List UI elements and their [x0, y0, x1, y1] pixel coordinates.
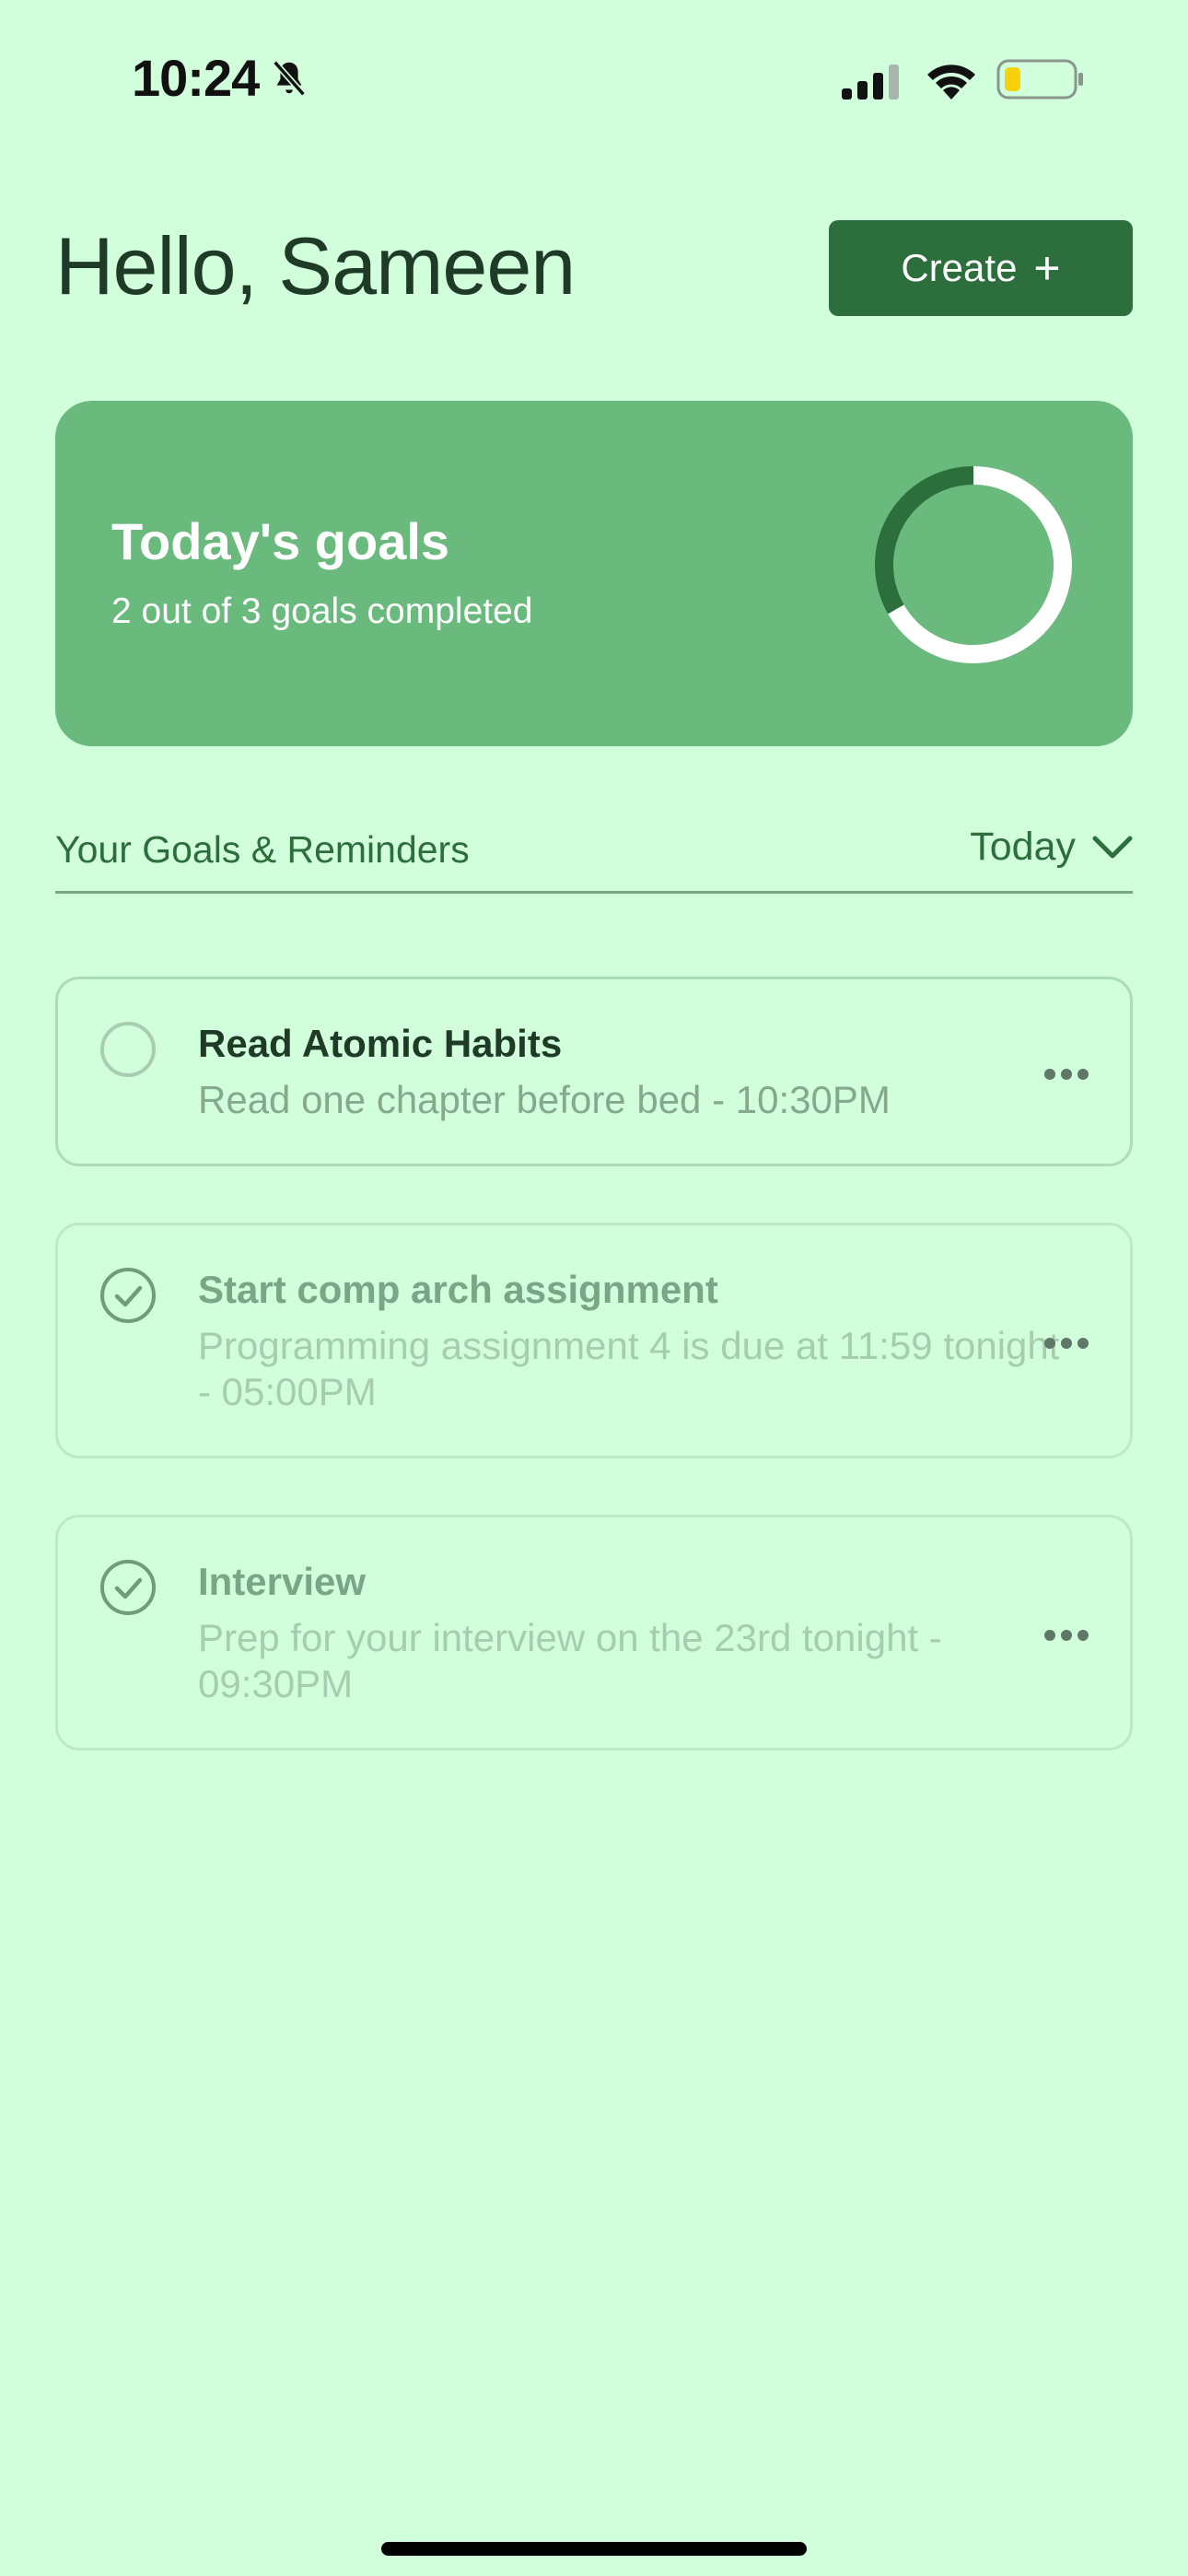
more-options-icon[interactable]	[1043, 1629, 1089, 1642]
battery-icon	[996, 59, 1083, 100]
goal-description: Programming assignment 4 is due at 11:59…	[198, 1324, 1060, 1413]
status-bar: 10:24	[0, 0, 1188, 157]
check-circle-icon[interactable]	[99, 1559, 157, 1616]
goals-section-header: Your Goals & Reminders Today	[55, 825, 1133, 894]
goals-summary-card: Today's goals 2 out of 3 goals completed	[55, 401, 1133, 746]
goal-title: Interview	[198, 1560, 367, 1603]
goal-card[interactable]: Read Atomic Habits Read one chapter befo…	[55, 977, 1133, 1166]
section-title: Your Goals & Reminders	[55, 828, 470, 871]
create-button[interactable]: Create +	[829, 220, 1133, 316]
date-filter-dropdown[interactable]: Today	[970, 825, 1133, 870]
summary-title: Today's goals	[111, 512, 450, 570]
signal-icon	[842, 64, 899, 100]
more-options-icon[interactable]	[1043, 1068, 1089, 1081]
goal-card[interactable]: Start comp arch assignment Programming a…	[55, 1223, 1133, 1458]
status-time: 10:24	[132, 49, 260, 107]
goal-description: Read one chapter before bed - 10:30PM	[198, 1078, 891, 1121]
more-options-icon[interactable]	[1043, 1337, 1089, 1350]
greeting-title: Hello, Sameen	[55, 220, 576, 311]
chevron-down-icon	[1092, 836, 1133, 858]
goal-title: Read Atomic Habits	[198, 1022, 563, 1065]
goal-card[interactable]: Interview Prep for your interview on the…	[55, 1515, 1133, 1751]
goal-title: Start comp arch assignment	[198, 1268, 718, 1311]
empty-circle-icon[interactable]	[99, 1021, 157, 1078]
check-circle-icon[interactable]	[99, 1267, 157, 1324]
plus-icon: +	[1033, 242, 1061, 294]
bell-slash-icon	[273, 60, 307, 96]
progress-ring	[875, 466, 1072, 663]
summary-subtitle: 2 out of 3 goals completed	[111, 591, 533, 631]
status-time-wrap: 10:24	[132, 48, 310, 108]
create-button-label: Create	[901, 246, 1018, 289]
home-indicator[interactable]	[381, 2542, 807, 2556]
goal-description: Prep for your interview on the 23rd toni…	[198, 1616, 942, 1705]
date-filter-label: Today	[970, 825, 1076, 869]
wifi-icon	[927, 64, 975, 100]
